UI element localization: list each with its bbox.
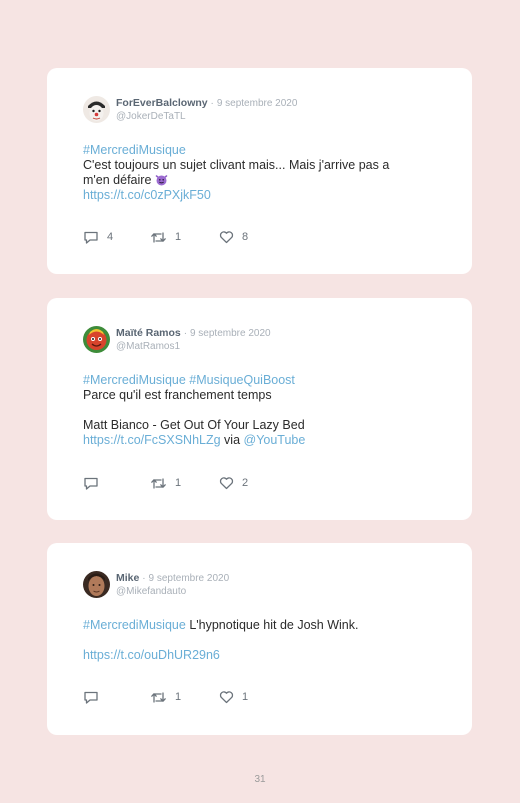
tweet-actions: 1 1 bbox=[83, 689, 443, 705]
hashtag-link[interactable]: #MercrediMusique #MusiqueQuiBoost bbox=[83, 373, 433, 388]
reply-icon bbox=[84, 477, 98, 490]
tweet-card: Mike · 9 septembre 2020 @Mikefandauto #M… bbox=[47, 543, 472, 735]
tweet-actions: 4 1 8 bbox=[83, 229, 443, 245]
cartoon-avatar-image bbox=[83, 326, 110, 353]
avatar[interactable] bbox=[83, 571, 110, 598]
via-text: via bbox=[224, 433, 241, 447]
reply-icon bbox=[84, 691, 98, 704]
smiling-imp-emoji-icon bbox=[155, 173, 168, 186]
reply-button[interactable] bbox=[83, 689, 107, 705]
tweet-text-line: https://t.co/FcSXSNhLZg via @YouTube bbox=[83, 433, 433, 448]
retweet-icon bbox=[151, 231, 166, 243]
avatar[interactable] bbox=[83, 326, 110, 353]
retweet-button[interactable]: 1 bbox=[150, 229, 181, 245]
clown-avatar-image bbox=[83, 96, 110, 123]
retweet-icon bbox=[151, 477, 166, 489]
reply-icon bbox=[84, 231, 98, 244]
author-name[interactable]: Maïté Ramos bbox=[116, 327, 181, 339]
tweet-text: #MercrediMusique C'est toujours un sujet… bbox=[83, 143, 433, 203]
author-handle[interactable]: @JokerDeTaTL bbox=[116, 111, 186, 123]
separator: · bbox=[142, 573, 146, 584]
tweet-date[interactable]: 9 septembre 2020 bbox=[149, 573, 230, 584]
retweet-count: 1 bbox=[175, 231, 182, 243]
tweet-card: Maïté Ramos · 9 septembre 2020 @MatRamos… bbox=[47, 298, 472, 520]
heart-icon bbox=[219, 231, 234, 244]
heart-icon bbox=[219, 691, 234, 704]
like-count: 1 bbox=[242, 691, 249, 703]
mention-link[interactable]: @YouTube bbox=[244, 433, 306, 447]
tweet-text-line: m'en défaire bbox=[83, 173, 433, 188]
like-button[interactable]: 8 bbox=[219, 229, 248, 245]
tweet-actions: 1 2 bbox=[83, 475, 443, 491]
author-name[interactable]: ForEverBalclowny bbox=[116, 97, 208, 109]
tweet-text-line: C'est toujours un sujet clivant mais... … bbox=[83, 158, 390, 172]
tweet-header: ForEverBalclowny · 9 septembre 2020 bbox=[116, 97, 297, 110]
author-name[interactable]: Mike bbox=[116, 572, 139, 584]
tweet-text-fragment: m'en défaire bbox=[83, 173, 152, 187]
tweet-text-line: #MercrediMusique L'hypnotique hit de Jos… bbox=[83, 618, 433, 633]
tweet-text-fragment: L'hypnotique hit de Josh Wink. bbox=[189, 618, 359, 632]
retweet-count: 1 bbox=[175, 691, 182, 703]
tweet-header: Mike · 9 septembre 2020 bbox=[116, 572, 229, 585]
url-link[interactable]: https://t.co/ouDhUR29n6 bbox=[83, 648, 433, 663]
tweet-date[interactable]: 9 septembre 2020 bbox=[217, 98, 298, 109]
reply-count: 4 bbox=[107, 231, 114, 243]
tweet-date[interactable]: 9 septembre 2020 bbox=[190, 328, 271, 339]
like-count: 2 bbox=[242, 477, 249, 489]
tweet-text-line: Parce qu'il est franchement temps bbox=[83, 388, 272, 402]
like-button[interactable]: 1 bbox=[219, 689, 248, 705]
separator: · bbox=[183, 328, 188, 339]
tweet-text-line: Matt Bianco - Get Out Of Your Lazy Bed bbox=[83, 418, 305, 432]
tweet-text: #MercrediMusique #MusiqueQuiBoost Parce … bbox=[83, 373, 433, 448]
retweet-button[interactable]: 1 bbox=[150, 475, 181, 491]
tweet-card: ForEverBalclowny · 9 septembre 2020 @Jok… bbox=[47, 68, 472, 274]
portrait-avatar-image bbox=[83, 571, 110, 598]
hashtag-link[interactable]: #MercrediMusique bbox=[83, 618, 186, 632]
tweet-header: Maïté Ramos · 9 septembre 2020 bbox=[116, 327, 271, 340]
like-button[interactable]: 2 bbox=[219, 475, 248, 491]
url-link[interactable]: https://t.co/c0zPXjkF50 bbox=[83, 188, 433, 203]
url-link[interactable]: https://t.co/FcSXSNhLZg bbox=[83, 433, 221, 447]
author-handle[interactable]: @MatRamos1 bbox=[116, 341, 180, 353]
author-handle[interactable]: @Mikefandauto bbox=[116, 586, 186, 598]
separator: · bbox=[210, 98, 214, 109]
reply-button[interactable]: 4 bbox=[83, 229, 113, 245]
page-number: 31 bbox=[254, 774, 266, 785]
hashtag-link[interactable]: #MercrediMusique bbox=[83, 143, 433, 158]
heart-icon bbox=[219, 477, 234, 490]
retweet-icon bbox=[151, 691, 166, 703]
avatar[interactable] bbox=[83, 96, 110, 123]
retweet-button[interactable]: 1 bbox=[150, 689, 181, 705]
like-count: 8 bbox=[242, 231, 249, 243]
retweet-count: 1 bbox=[175, 477, 182, 489]
tweet-text: #MercrediMusique L'hypnotique hit de Jos… bbox=[83, 618, 433, 663]
reply-button[interactable] bbox=[83, 475, 107, 491]
